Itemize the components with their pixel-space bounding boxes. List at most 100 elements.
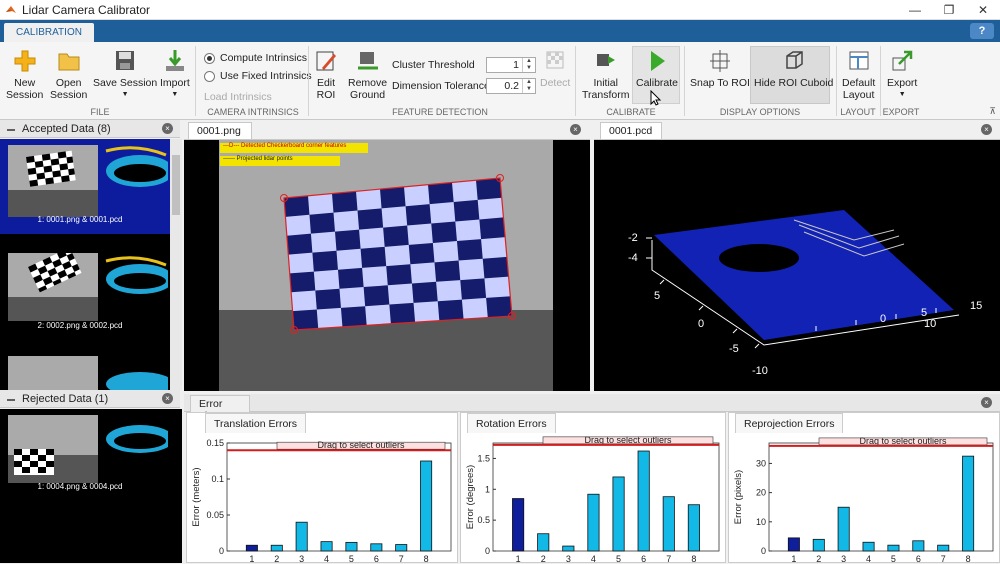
separator [880, 46, 881, 116]
error-bar[interactable] [662, 496, 675, 552]
collapse-ribbon-icon[interactable]: ⊼ [989, 106, 996, 117]
error-bar[interactable] [395, 544, 408, 552]
tab-pcd-0001[interactable]: 0001.pcd [600, 122, 662, 139]
plot-area [768, 442, 994, 552]
load-intrinsics-button[interactable]: Load Intrinsics [204, 91, 272, 103]
list-item[interactable]: 1: 0004.png & 0004.pcd [0, 409, 170, 504]
close-panel-icon[interactable]: × [981, 397, 992, 408]
spinner-arrows-icon[interactable]: ▲ ▼ [522, 79, 535, 93]
error-bar[interactable] [345, 541, 358, 552]
rejected-data-title: Rejected Data (1) [22, 392, 109, 405]
error-bar[interactable] [295, 521, 308, 552]
fixed-intrinsics-radio[interactable]: Use Fixed Intrinsics [204, 70, 312, 82]
error-bar[interactable] [887, 544, 900, 552]
tab-translation-errors[interactable]: Translation Errors [205, 413, 307, 433]
folder-icon [58, 53, 80, 71]
error-bar[interactable] [270, 544, 283, 552]
tab-calibration[interactable]: CALIBRATION [4, 23, 94, 42]
calibrate-button[interactable]: Calibrate [636, 48, 678, 89]
hide-roi-cuboid-button[interactable]: Hide ROI Cuboid [754, 48, 833, 89]
y-tick-label: 0 [485, 546, 490, 556]
error-bar[interactable] [245, 544, 258, 552]
board-square [405, 204, 432, 226]
pcd-view-canvas[interactable]: -2 -4 0 5 10 15 5 0 -5 -10 [594, 140, 1000, 391]
drag-outlier-text: Drag to select outliers [317, 440, 405, 450]
rotation-errors-chart[interactable]: Drag to select outliers00.511.51 2 3 4 5 6 7 8E… [461, 433, 725, 564]
error-bar[interactable] [637, 450, 650, 552]
save-session-button[interactable]: Save Session ▼ [93, 48, 157, 101]
collapse-icon[interactable] [6, 394, 16, 404]
spinner-arrows-icon[interactable]: ▲ ▼ [522, 58, 535, 72]
default-layout-button[interactable]: Default Layout [842, 48, 875, 101]
new-session-button[interactable]: New Session [6, 48, 43, 101]
board-square [411, 281, 438, 303]
close-panel-icon[interactable]: × [162, 123, 173, 134]
compute-intrinsics-radio[interactable]: Compute Intrinsics [204, 52, 307, 64]
tab-image-0001[interactable]: 0001.png [188, 122, 252, 139]
error-bar[interactable] [937, 544, 950, 552]
error-bar[interactable] [370, 543, 383, 552]
list-item[interactable]: 2: 0002.png & 0002.pcd [0, 249, 170, 339]
thumbnail-scene-3-icon [8, 356, 168, 390]
tab-reprojection-errors[interactable]: Reprojection Errors [735, 413, 844, 433]
remove-ground-button[interactable]: Remove Ground [348, 48, 387, 101]
edit-roi-button[interactable]: Edit ROI [314, 48, 338, 101]
help-button[interactable]: ? [970, 23, 994, 39]
thumbnail-scene-1-icon [8, 145, 168, 217]
board-square [383, 225, 409, 247]
snap-to-roi-button[interactable]: Snap To ROI [690, 48, 750, 89]
error-bar[interactable] [812, 538, 825, 552]
minimize-icon[interactable]: — [898, 0, 932, 20]
plot-area [492, 442, 720, 552]
error-bar[interactable] [612, 476, 625, 552]
rotation-errors-panel: Rotation Errors Drag to select outliers 0… [460, 412, 726, 564]
close-tab-icon[interactable]: × [570, 124, 581, 135]
error-bar[interactable] [912, 540, 925, 552]
board-square [380, 186, 406, 209]
default-layout-label: Default Layout [842, 77, 876, 101]
initial-transform-label: Initial Transform [582, 77, 630, 101]
error-bar[interactable] [562, 545, 575, 552]
error-bar[interactable] [862, 541, 875, 552]
detect-button[interactable]: Detect [540, 48, 570, 89]
error-bar[interactable] [962, 455, 975, 552]
dimension-tolerance-input[interactable]: 0.2 ▲ ▼ [486, 78, 536, 94]
cluster-threshold-label: Cluster Threshold [392, 59, 475, 71]
scrollbar[interactable] [170, 139, 182, 390]
error-bar[interactable] [512, 498, 525, 552]
import-button[interactable]: Import ▼ [160, 48, 190, 101]
tab-error-plots[interactable]: Error plots [190, 395, 250, 422]
accepted-data-title: Accepted Data (8) [22, 122, 111, 135]
cluster-threshold-value: 1 [513, 59, 519, 71]
y-axis-label: Error (degrees) [465, 465, 476, 529]
close-panel-icon[interactable]: × [162, 393, 173, 404]
reprojection-errors-chart[interactable]: Drag to select outliers01020301 2 3 4 5 6 7 8Er… [729, 433, 999, 564]
export-icon [892, 50, 913, 71]
error-bar[interactable] [787, 537, 800, 552]
initial-transform-button[interactable]: Initial Transform [582, 48, 629, 101]
restore-icon[interactable]: ❐ [932, 0, 966, 20]
error-bar[interactable] [537, 533, 550, 552]
scrollbar-thumb[interactable] [172, 155, 180, 215]
list-item[interactable] [0, 354, 170, 390]
error-bar[interactable] [320, 541, 333, 552]
board-square [431, 221, 457, 243]
translation-errors-chart[interactable]: Drag to select outliers00.050.10.151 2 3 4 5… [187, 433, 457, 564]
snap-roi-icon [709, 50, 730, 72]
export-button[interactable]: Export ▼ [887, 48, 917, 101]
tab-rotation-errors[interactable]: Rotation Errors [467, 413, 556, 433]
cluster-threshold-input[interactable]: 1 ▲ ▼ [486, 57, 536, 73]
board-square [482, 256, 509, 279]
close-tab-icon[interactable]: × [981, 124, 992, 135]
image-view-canvas[interactable]: ---D--- Detected Checkerboard corner fea… [184, 140, 590, 391]
save-session-label: Save Session [93, 77, 158, 89]
open-session-button[interactable]: Open Session [50, 48, 87, 101]
error-bar[interactable] [587, 493, 600, 552]
error-bar[interactable] [687, 504, 700, 552]
list-item-selected[interactable]: 1: 0001.png & 0001.pcd [0, 139, 170, 234]
error-bar[interactable] [420, 460, 433, 552]
radio-selected-icon [204, 52, 215, 64]
collapse-icon[interactable] [6, 124, 16, 134]
close-window-icon[interactable]: ✕ [966, 0, 1000, 20]
error-bar[interactable] [837, 506, 850, 552]
